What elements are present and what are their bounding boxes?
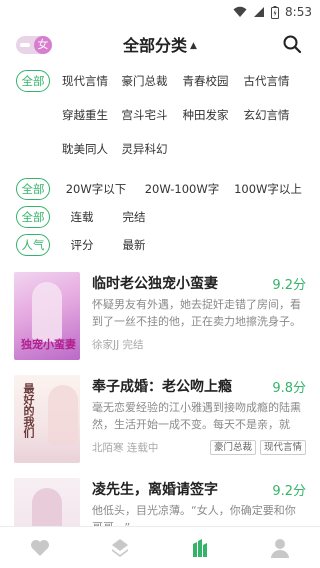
cover-figure bbox=[48, 385, 78, 445]
book-title: 临时老公独宠小蛮妻 bbox=[92, 276, 218, 292]
tab-favorites[interactable] bbox=[20, 533, 60, 563]
gender-toggle[interactable]: 女 bbox=[16, 36, 52, 54]
filter-option[interactable]: 灵异科幻 bbox=[114, 138, 175, 160]
bottom-tab-bar bbox=[0, 526, 320, 568]
battery-icon bbox=[271, 5, 280, 19]
filter-panel: 全部 现代言情 豪门总裁 青春校园 古代言情 穿越重生 宫斗宅斗 种田发家 玄幻… bbox=[0, 64, 320, 256]
book-tags: 豪门总裁 现代言情 bbox=[209, 439, 306, 455]
category-filter-row: 全部 现代言情 豪门总裁 青春校园 古代言情 穿越重生 宫斗宅斗 种田发家 玄幻… bbox=[16, 70, 310, 172]
book-cover: 独宠小蛮妻 bbox=[14, 272, 80, 360]
wifi-icon bbox=[233, 6, 247, 17]
book-score: 9.2分 bbox=[272, 483, 306, 499]
filter-selected-word-count[interactable]: 全部 bbox=[16, 178, 50, 200]
filter-selected-category[interactable]: 全部 bbox=[16, 70, 50, 92]
book-score: 9.2分 bbox=[272, 277, 306, 293]
filter-option[interactable]: 100W字以上 bbox=[228, 178, 308, 200]
filter-option[interactable]: 连载 bbox=[56, 206, 108, 228]
toggle-track-mark bbox=[20, 43, 30, 47]
book-description: 毫无恋爱经验的江小雅遇到接吻成瘾的陆熏然，生活开始一成不变。每天不是亲，就是..… bbox=[92, 401, 301, 431]
toggle-knob: 女 bbox=[34, 36, 52, 54]
tab-discover[interactable] bbox=[100, 533, 140, 563]
book-score: 9.8分 bbox=[272, 380, 306, 396]
layers-icon bbox=[112, 538, 128, 557]
page-title: 全部分类 bbox=[123, 36, 188, 55]
tab-library[interactable] bbox=[180, 533, 220, 563]
filter-option[interactable]: 豪门总裁 bbox=[114, 70, 175, 92]
book-description: 他低头，目光凉薄。“女人，你确定要和你哥哥...” bbox=[92, 504, 296, 526]
profile-icon bbox=[271, 538, 289, 558]
book-item[interactable]: 独宠小蛮妻 临时老公独宠小蛮妻 9.2分 怀疑男友有外遇，她去捉奸走错了房间，看… bbox=[0, 272, 320, 375]
cover-title: 独宠小蛮妻 bbox=[21, 338, 76, 351]
book-title: 奉子成婚：老公吻上瘾 bbox=[92, 379, 232, 395]
filter-option[interactable]: 穿越重生 bbox=[56, 104, 114, 126]
book-tag[interactable]: 现代言情 bbox=[259, 439, 306, 455]
filter-option[interactable]: 20W-100W字 bbox=[136, 178, 228, 200]
category-dropdown[interactable]: 全部分类 ▲ bbox=[123, 32, 197, 56]
filter-option[interactable]: 青春校园 bbox=[175, 70, 236, 92]
filter-option[interactable]: 玄幻言情 bbox=[236, 104, 297, 126]
status-time: 8:53 bbox=[285, 5, 312, 19]
status-bar: 8:53 bbox=[0, 0, 320, 24]
filter-option[interactable]: 20W字以下 bbox=[56, 178, 136, 200]
cover-figure bbox=[32, 488, 62, 526]
book-title: 凌先生，离婚请签字 bbox=[92, 482, 218, 498]
filter-option[interactable]: 最新 bbox=[108, 234, 160, 256]
library-icon bbox=[193, 538, 207, 557]
cover-figure bbox=[32, 282, 62, 342]
heart-icon bbox=[31, 539, 49, 556]
book-tag[interactable]: 豪门总裁 bbox=[209, 439, 256, 455]
filter-selected-sort[interactable]: 人气 bbox=[16, 234, 50, 256]
tab-profile[interactable] bbox=[260, 533, 300, 563]
book-meta: 徐家JJ 完结 bbox=[92, 338, 144, 351]
book-item[interactable]: 最好的我们 奉子成婚：老公吻上瘾 9.8分 毫无恋爱经验的江小雅遇到接吻成瘾的陆… bbox=[0, 375, 320, 478]
book-list[interactable]: 独宠小蛮妻 临时老公独宠小蛮妻 9.2分 怀疑男友有外遇，她去捉奸走错了房间，看… bbox=[0, 272, 320, 526]
cover-title: 最好的我们 bbox=[22, 383, 35, 438]
filter-option[interactable]: 种田发家 bbox=[175, 104, 236, 126]
filter-option[interactable]: 古代言情 bbox=[236, 70, 297, 92]
filter-option[interactable]: 宫斗宅斗 bbox=[114, 104, 175, 126]
book-cover: 最好的我们 bbox=[14, 375, 80, 463]
filter-option[interactable]: 评分 bbox=[56, 234, 108, 256]
book-description: 怀疑男友有外遇，她去捉奸走错了房间，看到了一丝不挂的他，正在卖力地擦洗身子。她.… bbox=[92, 298, 301, 328]
signal-icon bbox=[254, 7, 265, 17]
filter-option[interactable]: 现代言情 bbox=[56, 70, 114, 92]
sort-filter-row: 人气 评分 最新 bbox=[16, 234, 310, 256]
filter-option[interactable]: 耽美同人 bbox=[56, 138, 114, 160]
filter-option[interactable]: 完结 bbox=[108, 206, 160, 228]
header: 女 全部分类 ▲ bbox=[0, 24, 320, 64]
status-filter-row: 全部 连载 完结 bbox=[16, 206, 310, 228]
search-icon[interactable] bbox=[282, 34, 302, 54]
book-cover bbox=[14, 478, 80, 526]
word-count-filter-row: 全部 20W字以下 20W-100W字 100W字以上 bbox=[16, 178, 310, 200]
book-item[interactable]: 凌先生，离婚请签字 9.2分 他低头，目光凉薄。“女人，你确定要和你哥哥...” bbox=[0, 478, 320, 526]
book-meta: 北陌寒 连载中 bbox=[92, 441, 159, 454]
filter-selected-status[interactable]: 全部 bbox=[16, 206, 50, 228]
caret-up-icon: ▲ bbox=[190, 41, 197, 51]
